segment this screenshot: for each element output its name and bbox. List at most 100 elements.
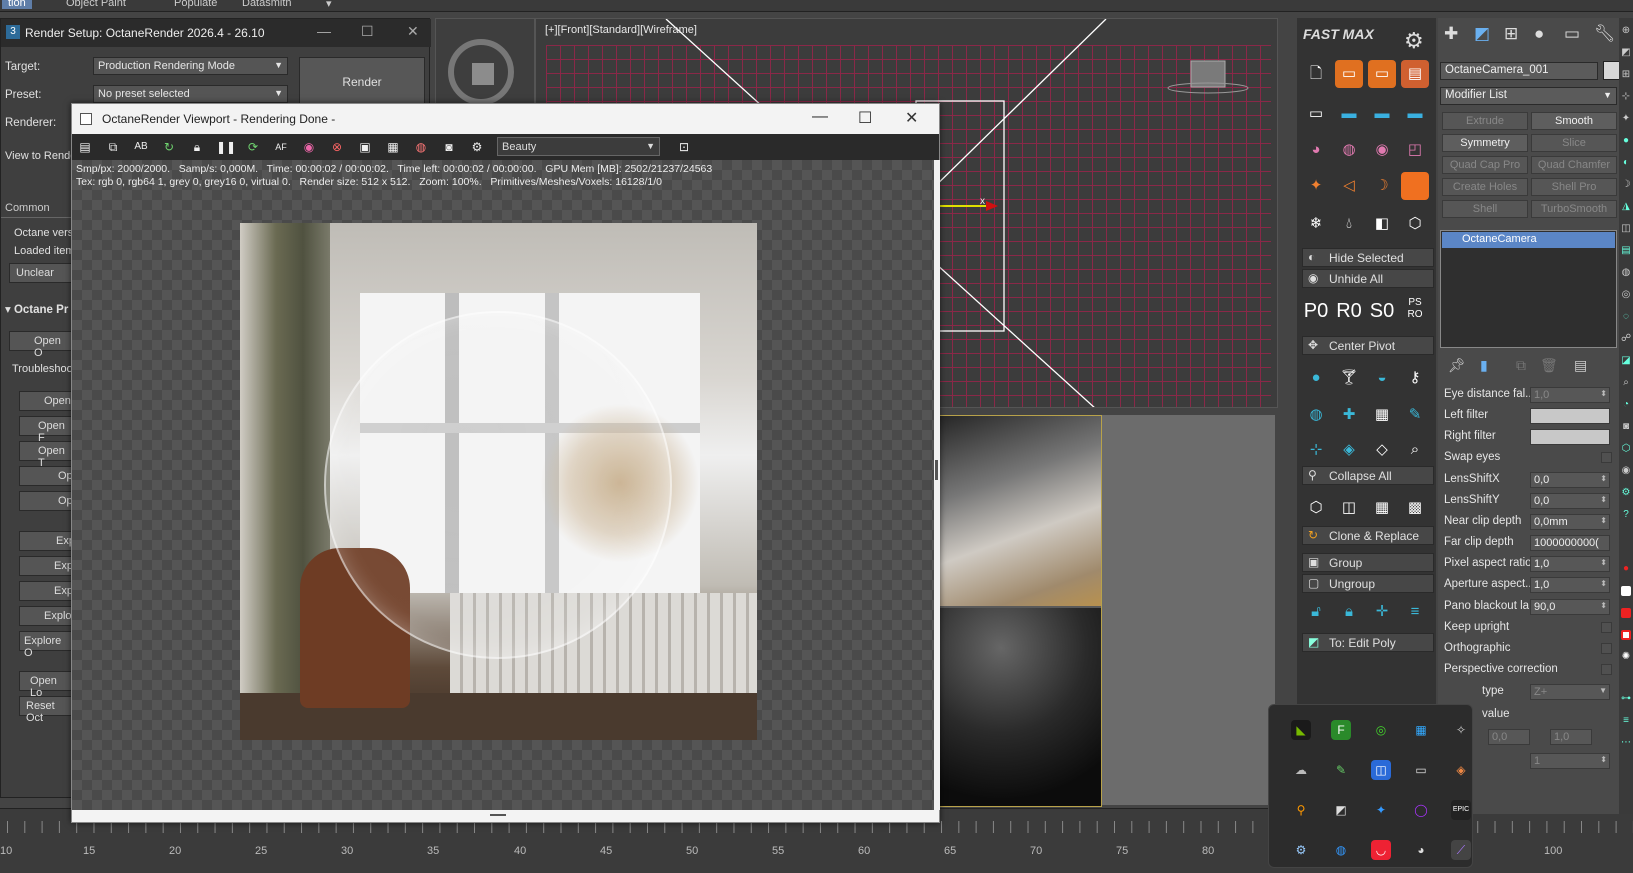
refresh-icon[interactable]: ↻ <box>160 138 178 156</box>
utilities-tab-icon[interactable]: 🔧︎ <box>1594 24 1616 44</box>
box-copy-icon[interactable]: ◫ <box>1335 494 1363 522</box>
snowflake-icon[interactable]: ❄ <box>1302 210 1330 238</box>
key-icon[interactable]: ⚷ <box>1401 364 1429 392</box>
fit-view-icon[interactable]: ⊡ <box>675 138 693 156</box>
folder-recent-icon[interactable]: ▬ <box>1401 100 1429 128</box>
tool-icon[interactable]: ⌕ <box>1621 378 1631 388</box>
value-field[interactable]: 1 ⬍ <box>1530 753 1610 769</box>
plus-icon[interactable]: ✛ <box>1368 598 1396 626</box>
monitor-icon[interactable]: ▭ <box>1302 100 1330 128</box>
tool-icon[interactable]: ◩ <box>1621 48 1631 58</box>
stack-item-octanecamera[interactable]: OctaneCamera <box>1442 232 1615 248</box>
feather-icon[interactable]: ⟋ <box>1451 840 1471 860</box>
tool-icon[interactable]: ? <box>1621 510 1631 520</box>
new-file-icon[interactable]: 🗋︎ <box>1302 60 1330 88</box>
checker-add-icon[interactable]: ▦ <box>1368 494 1396 522</box>
lens-shift-y-field[interactable]: 0,0 ⬍ <box>1530 493 1610 509</box>
pro-s-button[interactable]: S0 <box>1368 297 1396 325</box>
camera-icon[interactable]: ◙ <box>440 138 458 156</box>
group-button[interactable]: ▣ Group <box>1302 553 1434 572</box>
spinner-icon[interactable]: ⬍ <box>1600 474 1607 483</box>
tool-icon[interactable]: ◐ <box>1621 158 1631 168</box>
swap-eyes-checkbox[interactable] <box>1601 452 1612 463</box>
microsoft-store-icon[interactable]: ▦ <box>1411 720 1431 740</box>
center-pivot-button[interactable]: ✥ Center Pivot <box>1302 336 1434 355</box>
steam-icon[interactable]: ⚙ <box>1291 840 1311 860</box>
pro-r-button[interactable]: R0 <box>1335 297 1363 325</box>
viewport-left[interactable] <box>435 18 535 108</box>
region-icon[interactable]: ▣ <box>356 138 374 156</box>
viewport-label[interactable]: [+][Front][Standard][Wireframe] <box>545 24 697 36</box>
value-field[interactable]: 0,0 <box>1488 729 1530 745</box>
tool-icon[interactable]: ⊞ <box>1621 70 1631 80</box>
spinner-icon[interactable]: ⬍ <box>1600 558 1607 567</box>
app-icon[interactable]: ◍ <box>1331 840 1351 860</box>
tool-icon[interactable]: ◫ <box>1621 224 1631 234</box>
rs-button[interactable]: Explo <box>19 606 75 626</box>
cube-icon[interactable]: ⬡ <box>1401 210 1429 238</box>
unhide-all-button[interactable]: ◉ Unhide All <box>1302 269 1434 288</box>
rs-button[interactable]: Explore O <box>19 631 75 659</box>
scatter-icon[interactable]: ✦ <box>1302 172 1330 200</box>
drop-icon[interactable]: 💧︎ <box>1335 210 1363 238</box>
restart-icon[interactable]: ⟳ <box>244 138 262 156</box>
cube-half-icon[interactable]: ◧ <box>1368 210 1396 238</box>
tool-icon[interactable] <box>1621 608 1631 618</box>
motion-tab-icon[interactable]: ● <box>1534 24 1544 44</box>
title-bar[interactable]: OctaneRender Viewport - Rendering Done -… <box>72 104 939 134</box>
pin-icon[interactable]: 📌︎ <box>1448 357 1466 374</box>
save-icon[interactable]: ▭ <box>1335 60 1363 88</box>
copy-icon[interactable]: ⧉ <box>104 138 122 156</box>
viewcube[interactable] <box>472 63 494 85</box>
sphere-icon[interactable]: ◕ <box>1302 136 1330 164</box>
box-add-icon[interactable]: ⬡ <box>1302 494 1330 522</box>
gear-icon[interactable]: ⚙ <box>1404 28 1424 54</box>
show-end-result-icon[interactable]: ▮ <box>1480 357 1488 374</box>
create-tab-icon[interactable]: ✚ <box>1444 24 1458 44</box>
spinner-icon[interactable]: ⬍ <box>1600 516 1607 525</box>
globe-icon[interactable]: ◍ <box>1302 401 1330 429</box>
rs-button[interactable]: Open <box>19 391 75 411</box>
shell-pro-button[interactable]: Shell Pro <box>1531 178 1617 196</box>
copilot-icon[interactable]: ◈ <box>1451 760 1471 780</box>
near-clip-depth-field[interactable]: 0,0mm ⬍ <box>1530 514 1610 530</box>
tool-icon[interactable]: ◪ <box>1621 356 1631 366</box>
smooth-button[interactable]: Smooth <box>1531 112 1617 130</box>
rs-button[interactable]: Reset Oct <box>19 696 75 724</box>
tab-common[interactable]: Common <box>5 202 50 214</box>
modifier-stack[interactable]: OctaneCamera <box>1440 230 1617 348</box>
square-icon[interactable] <box>1401 172 1429 200</box>
make-unique-icon[interactable]: ⧉ <box>1516 357 1526 374</box>
minimize-icon[interactable]: — <box>317 23 331 39</box>
align-icon[interactable]: ⊹ <box>1302 436 1330 464</box>
pen-icon[interactable]: ✎ <box>1331 760 1351 780</box>
render-button[interactable]: Render <box>299 57 425 107</box>
minus-icon[interactable]: ≡ <box>1401 598 1429 626</box>
tool-icon[interactable]: ◉ <box>1621 466 1631 476</box>
configure-icon[interactable]: ▤ <box>1574 357 1587 374</box>
add-icon[interactable]: ✚ <box>1335 401 1363 429</box>
razer-icon[interactable]: ◎ <box>1371 720 1391 740</box>
discord-icon[interactable]: ◕ <box>1411 840 1431 860</box>
app-icon[interactable]: ◩ <box>1331 800 1351 820</box>
minimize-icon[interactable]: — <box>812 108 828 126</box>
slice-button[interactable]: Slice <box>1531 134 1617 152</box>
create-holes-button[interactable]: Create Holes <box>1442 178 1528 196</box>
maximize-icon[interactable]: ☐ <box>361 23 374 40</box>
target-select[interactable]: Production Rendering Mode ▼ <box>93 57 288 75</box>
globe-icon[interactable]: ◍ <box>1335 136 1363 164</box>
rs-button[interactable]: Open Lo <box>19 671 75 699</box>
app-icon[interactable]: ◫ <box>1371 760 1391 780</box>
viewport-empty[interactable] <box>1102 415 1275 805</box>
lock-icon[interactable]: 🔒︎ <box>1335 598 1363 626</box>
search-icon[interactable]: ⌕ <box>1401 436 1429 464</box>
save-render-icon[interactable]: ▤ <box>76 138 94 156</box>
folder-add-icon[interactable]: ▬ <box>1368 100 1396 128</box>
settings-icon[interactable]: ⚙ <box>468 138 486 156</box>
eye-icon[interactable]: ◉ <box>1368 136 1396 164</box>
rs-button[interactable]: Exp <box>19 556 75 576</box>
viewport-perspective[interactable] <box>932 415 1102 807</box>
remove-modifier-icon[interactable]: 🗑︎ <box>1540 357 1558 374</box>
object-name-input[interactable]: OctaneCamera_001 <box>1440 62 1598 80</box>
channel-select[interactable]: Beauty ▼ <box>497 137 660 156</box>
